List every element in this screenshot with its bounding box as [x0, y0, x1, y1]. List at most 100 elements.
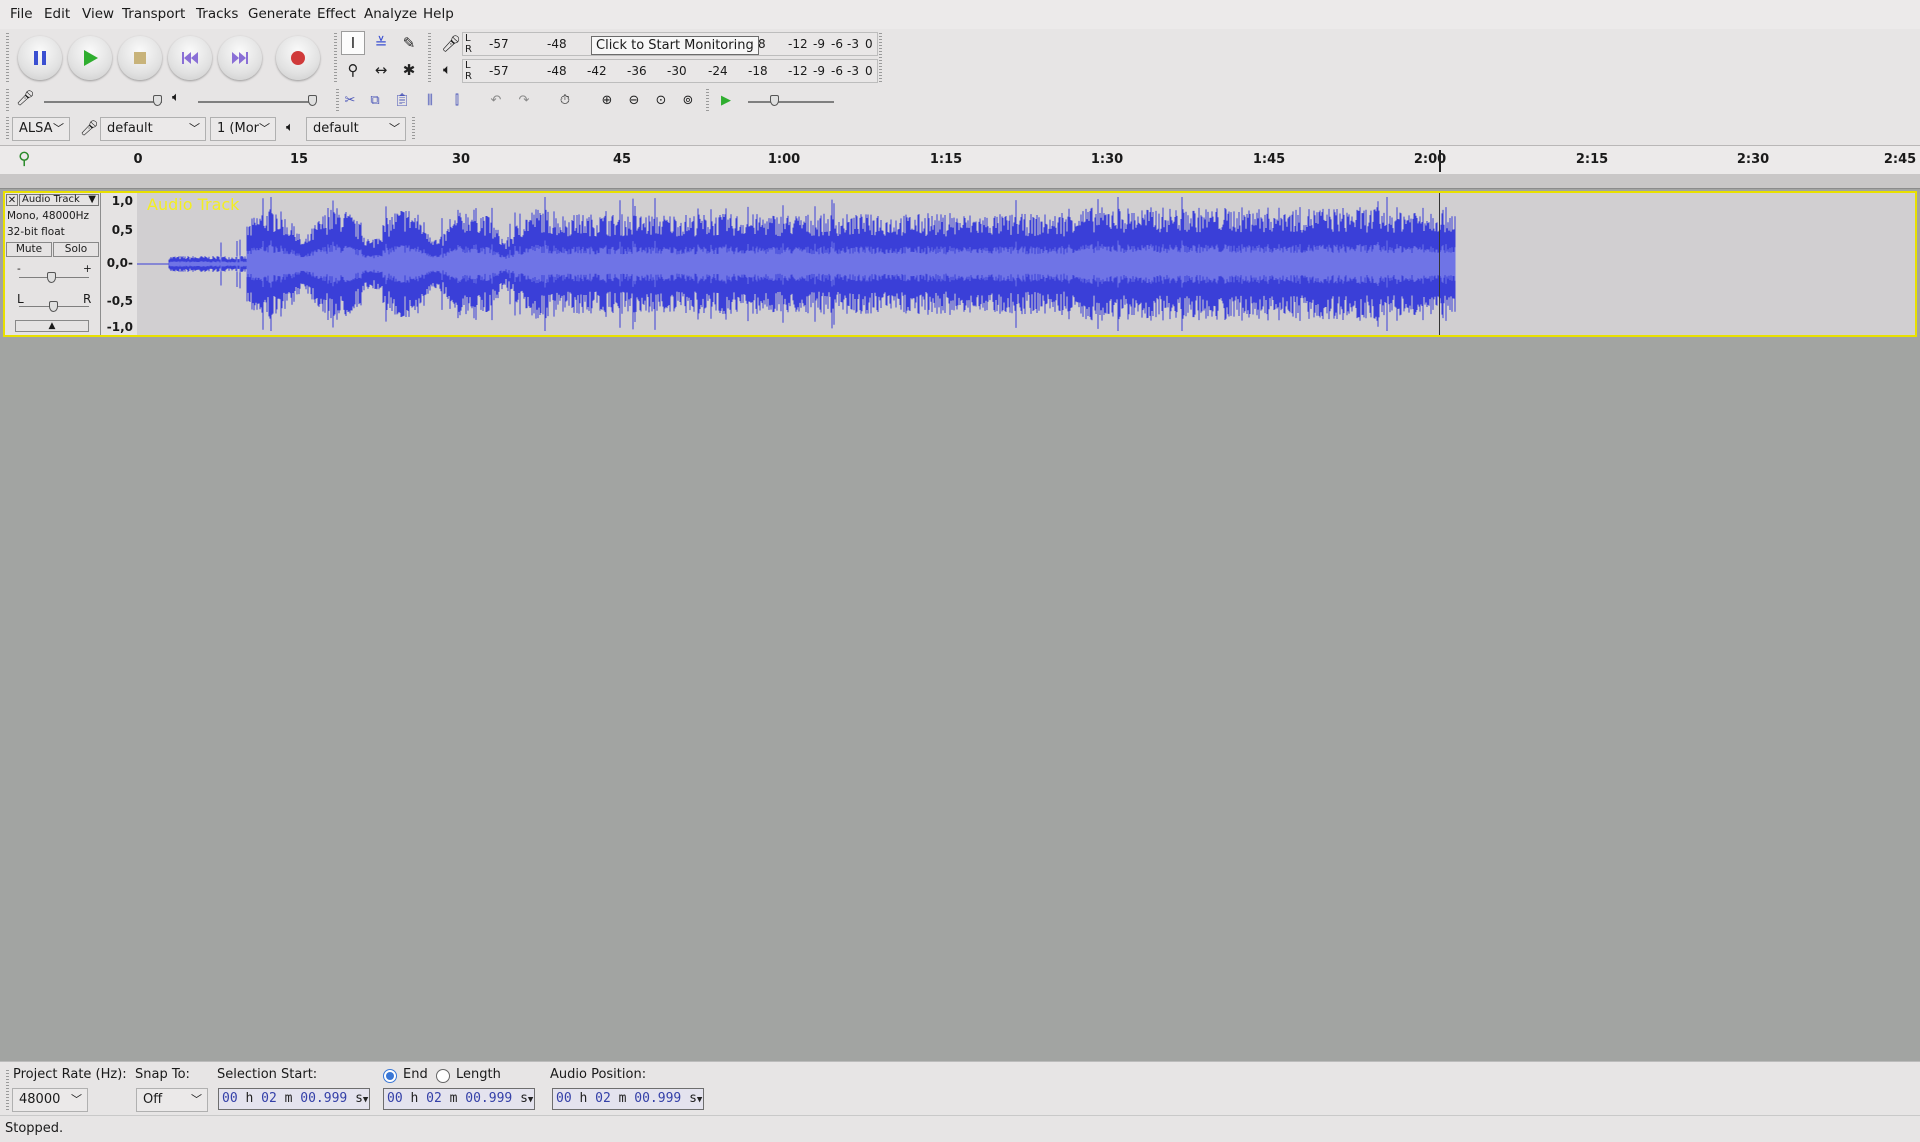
record-volume-slider[interactable]	[44, 101, 162, 103]
paste-button[interactable]: 📋︎	[390, 89, 414, 111]
menu-effect[interactable]: Effect	[317, 6, 356, 22]
time-shift-tool[interactable]: ↔	[369, 58, 393, 82]
fit-project-button[interactable]: ⊚	[676, 89, 700, 111]
toolbar-grip[interactable]	[412, 117, 415, 141]
pencil-icon: ✎	[402, 34, 416, 52]
chevron-down-icon: ﹀	[53, 122, 64, 135]
collapse-track-button[interactable]: ▲	[15, 320, 89, 332]
paste-icon: 📋︎	[393, 92, 411, 108]
toolbar-grip[interactable]	[6, 89, 9, 113]
timeline-scrub-bar[interactable]	[0, 174, 1920, 189]
menu-tracks[interactable]: Tracks	[196, 6, 238, 22]
pan-thumb[interactable]	[49, 301, 58, 312]
playback-volume-slider[interactable]	[198, 101, 316, 103]
skip-to-start-button[interactable]	[168, 36, 212, 80]
envelope-tool[interactable]: ≚	[369, 31, 393, 55]
project-rate-label: Project Rate (Hz):	[13, 1067, 127, 1082]
pin-icon[interactable]: ⚲	[18, 149, 30, 169]
meter-left-label: L	[465, 33, 471, 44]
pause-button[interactable]	[18, 36, 62, 80]
chevron-down-icon[interactable]: ▼	[528, 1095, 533, 1105]
playback-device-dropdown[interactable]: default ﹀	[306, 117, 406, 141]
snap-to-dropdown[interactable]: Off ﹀	[136, 1088, 208, 1112]
zoom-out-button[interactable]: ⊖	[622, 89, 646, 111]
menu-file[interactable]: File	[10, 6, 33, 22]
silence-button[interactable]: ⫿	[445, 89, 469, 111]
toolbar-grip[interactable]	[334, 33, 337, 83]
double-arrow-icon: ↔	[374, 61, 388, 79]
menu-generate[interactable]: Generate	[248, 6, 311, 22]
stop-button[interactable]	[118, 36, 162, 80]
audio-host-dropdown[interactable]: ALSA ﹀	[12, 117, 70, 141]
toolbar-grip[interactable]	[706, 89, 709, 113]
menu-transport[interactable]: Transport	[122, 6, 185, 22]
audio-position-time[interactable]: 00 h 02 m 00.999 s▼	[552, 1088, 704, 1110]
recording-device-dropdown[interactable]: default ﹀	[100, 117, 206, 141]
ruler-tick: 2:15	[1575, 152, 1609, 167]
zoom-in-button[interactable]: ⊕	[595, 89, 619, 111]
fit-project-icon: ⊚	[682, 92, 694, 108]
seconds-unit: s	[520, 1091, 528, 1106]
zoom-tool[interactable]: ⚲	[341, 58, 365, 82]
toolbar-grip[interactable]	[6, 33, 9, 83]
playhead-marker[interactable]	[1439, 150, 1441, 172]
sync-lock-button[interactable]: ⏱	[553, 89, 577, 111]
trim-button[interactable]: ⫼	[418, 89, 442, 111]
track-name-label: Audio Track	[22, 194, 80, 205]
playback-meter[interactable]: L R -57 -48 -42 -36 -30 -24 -18 -12 -9 -…	[462, 59, 878, 83]
chevron-down-icon[interactable]: ▼	[363, 1095, 368, 1105]
play-speed-slider[interactable]	[748, 101, 834, 103]
timeline-ruler[interactable]: ⚲ 0 15 30 45 1:00 1:15 1:30 1:45 2:00 2:…	[0, 146, 1920, 175]
mute-button[interactable]: Mute	[6, 242, 52, 257]
meter-right-label: R	[465, 44, 472, 55]
close-track-button[interactable]: ✕	[6, 194, 18, 206]
redo-button[interactable]: ↷	[512, 89, 536, 111]
waveform-area[interactable]: Audio Track	[137, 193, 1915, 335]
selection-tool[interactable]: I	[341, 31, 365, 55]
project-rate-dropdown[interactable]: 48000 ﹀	[12, 1088, 88, 1112]
gain-thumb[interactable]	[47, 272, 56, 283]
fit-selection-icon: ⊙	[655, 92, 667, 108]
skip-to-end-button[interactable]	[218, 36, 262, 80]
ruler-tick: 2:45	[1883, 152, 1917, 167]
track-menu-button[interactable]: Audio Track ▼	[19, 194, 99, 206]
multi-tool[interactable]: ✱	[397, 58, 421, 82]
fit-selection-button[interactable]: ⊙	[649, 89, 673, 111]
play-speed-thumb[interactable]	[770, 95, 779, 106]
record-button[interactable]	[276, 36, 320, 80]
playback-volume-thumb[interactable]	[308, 95, 317, 106]
menu-bar: File Edit View Transport Tracks Generate…	[0, 0, 1920, 30]
selection-end-time[interactable]: 00 h 02 m 00.999 s▼	[383, 1088, 535, 1110]
length-radio[interactable]	[436, 1069, 450, 1083]
start-monitoring-button[interactable]: Click to Start Monitoring	[591, 36, 759, 55]
toolbar-grip[interactable]	[428, 33, 431, 83]
toolbar-grip[interactable]	[6, 1070, 9, 1110]
draw-tool[interactable]: ✎	[397, 31, 421, 55]
solo-button[interactable]: Solo	[53, 242, 99, 257]
cut-button[interactable]: ✂	[338, 89, 362, 111]
selection-start-time[interactable]: 00 h 02 m 00.999 s▼	[218, 1088, 370, 1110]
toolbar-grip[interactable]	[879, 33, 882, 83]
record-meter[interactable]: L R -57 -48 Click to Start Monitoring 8 …	[462, 32, 878, 56]
meter-tick: -24	[708, 64, 728, 78]
meter-tick: -36	[627, 64, 647, 78]
copy-button[interactable]: ⧉	[363, 89, 387, 111]
end-radio[interactable]	[383, 1069, 397, 1083]
play-at-speed-button[interactable]: ▶	[714, 89, 738, 111]
minutes-digits: 02	[261, 1091, 277, 1106]
recording-channels-dropdown[interactable]: 1 (Mor ﹀	[210, 117, 276, 141]
menu-view[interactable]: View	[82, 6, 114, 22]
cursor-line	[1439, 193, 1440, 335]
menu-analyze[interactable]: Analyze	[364, 6, 417, 22]
meter-tick: -3	[847, 64, 859, 78]
menu-edit[interactable]: Edit	[44, 6, 70, 22]
ruler-tick: 0	[133, 152, 143, 167]
record-volume-thumb[interactable]	[153, 95, 162, 106]
scale-label: 1,0	[111, 194, 133, 208]
undo-button[interactable]: ↶	[484, 89, 508, 111]
toolbar-grip[interactable]	[6, 117, 9, 141]
chevron-down-icon[interactable]: ▼	[697, 1095, 702, 1105]
amplitude-scale[interactable]: 1,0 0,5 0,0- -0,5 -1,0	[101, 193, 138, 335]
menu-help[interactable]: Help	[423, 6, 454, 22]
play-button[interactable]	[68, 36, 112, 80]
